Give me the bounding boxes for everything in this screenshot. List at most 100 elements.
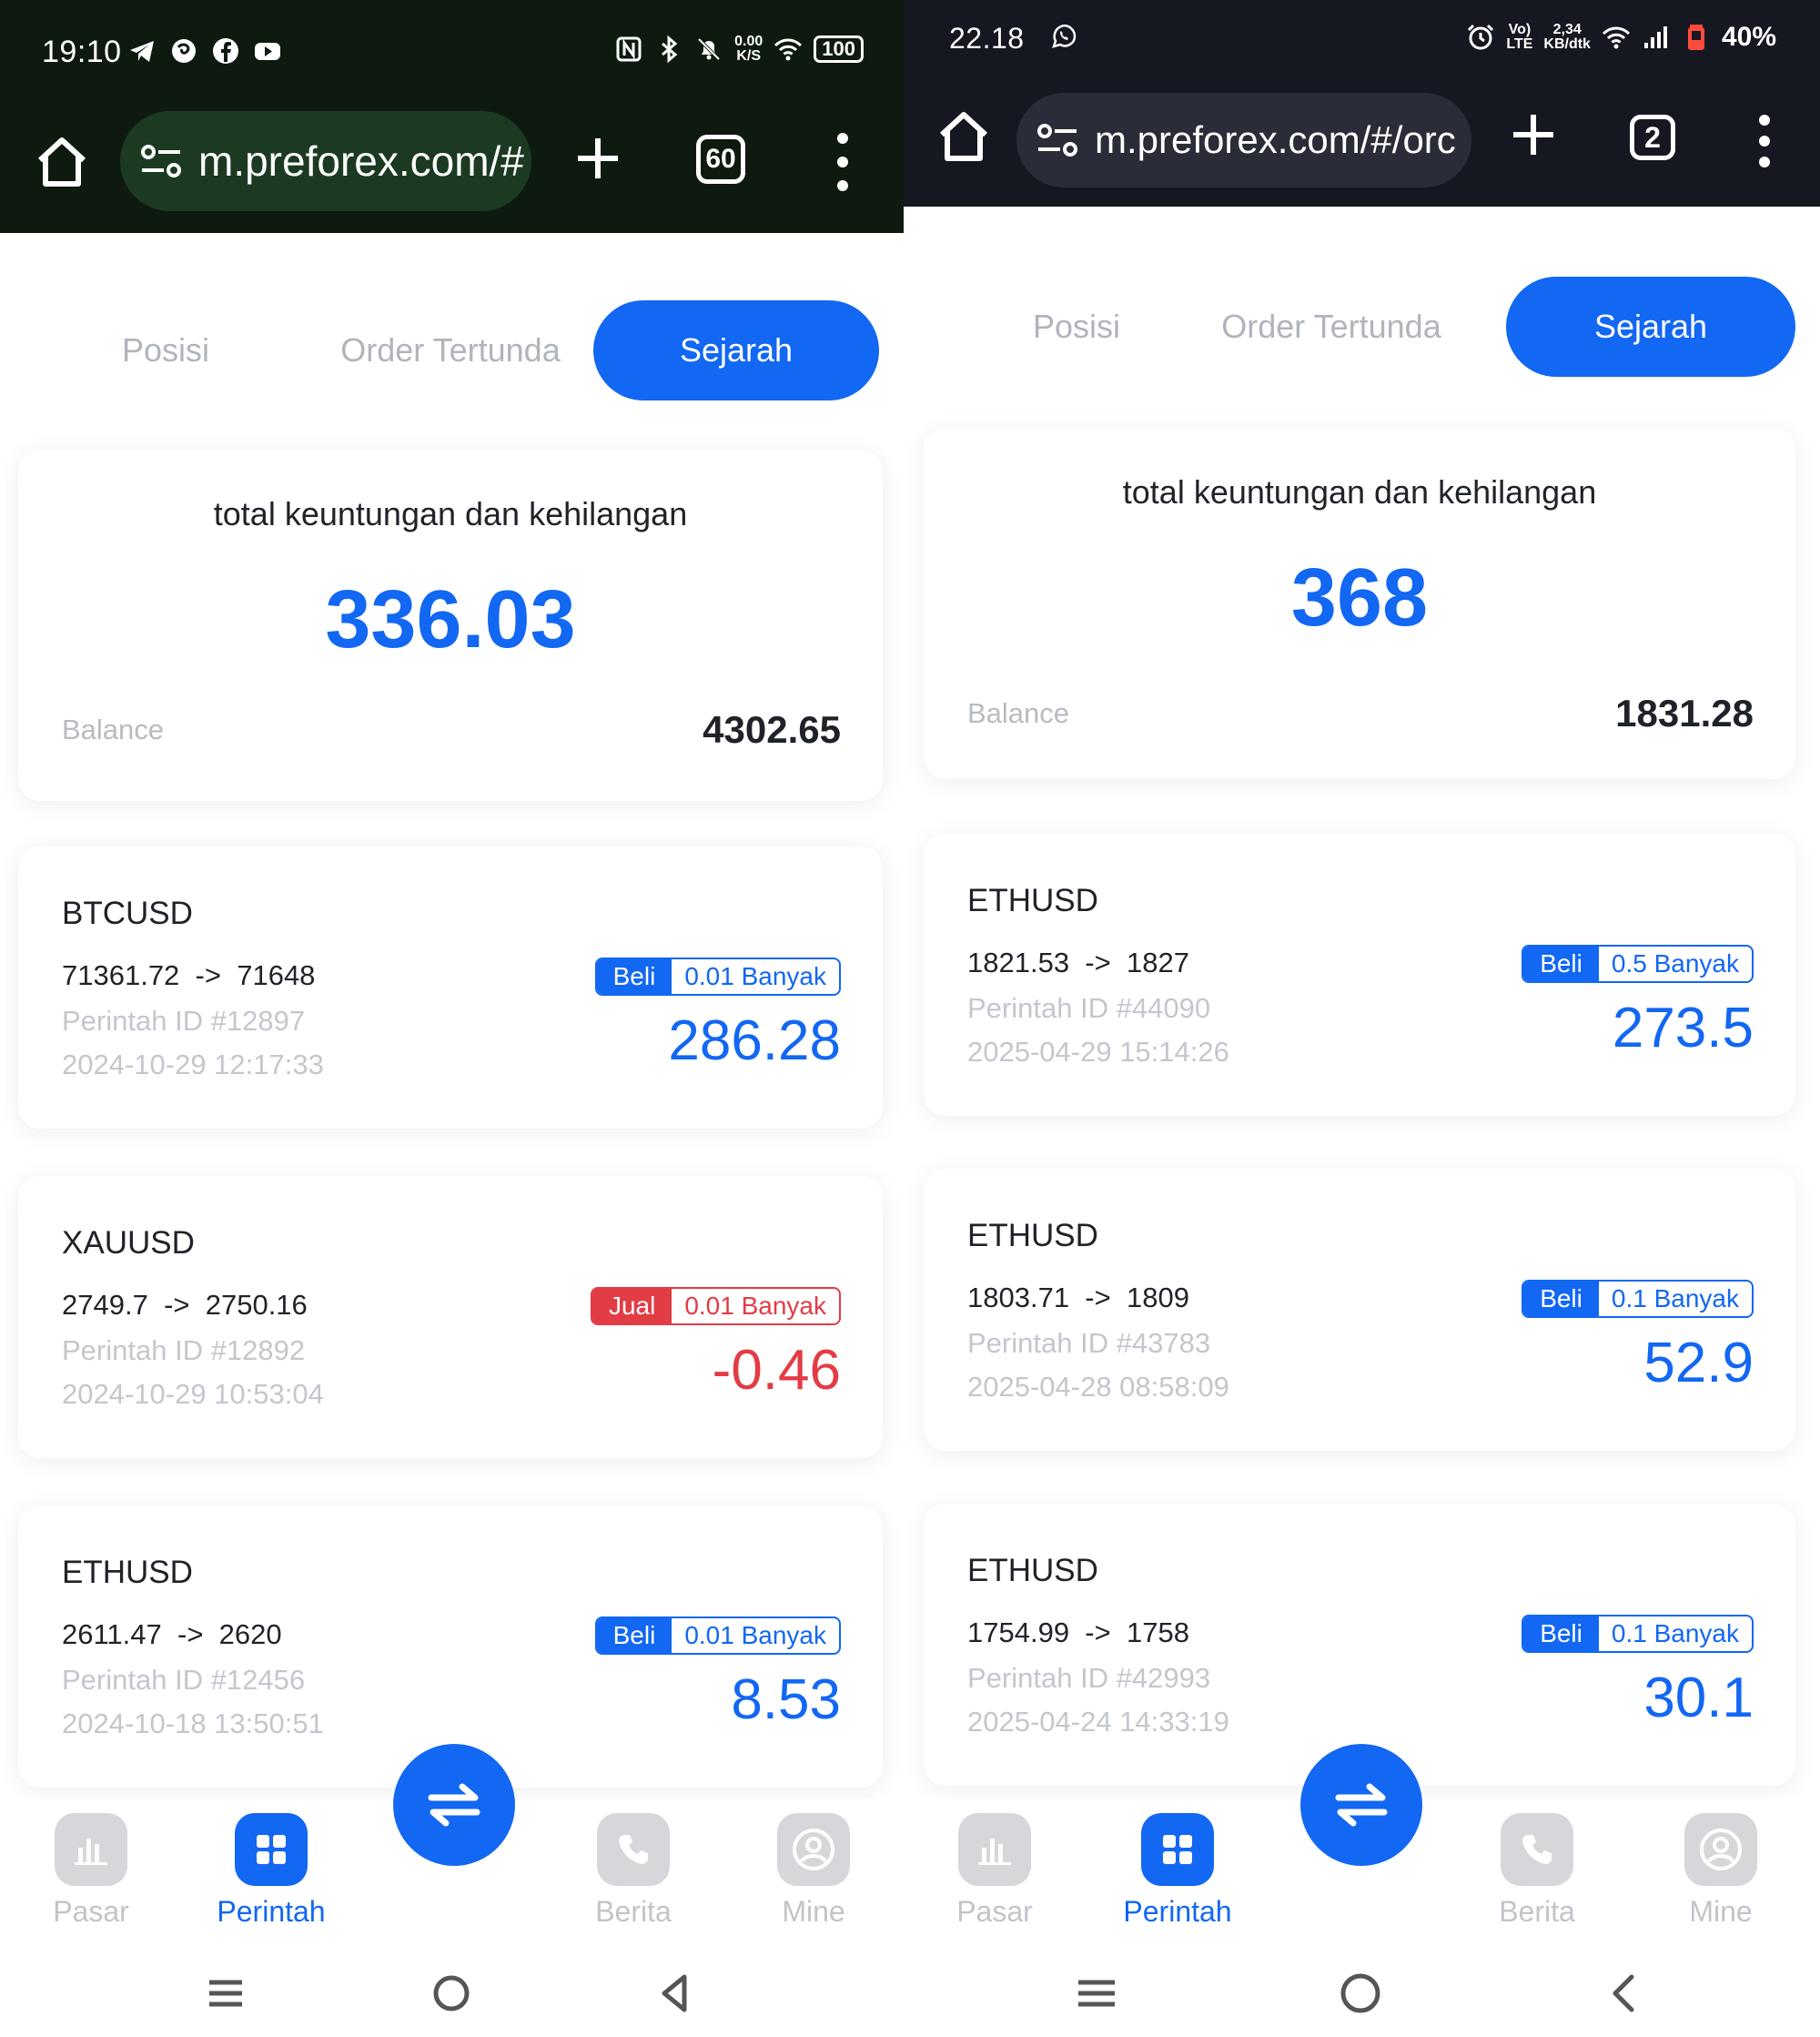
order-card[interactable]: BTCUSD 71361.72 -> 71648 Perintah ID #12… bbox=[18, 846, 883, 1129]
order-symbol: BTCUSD bbox=[62, 896, 193, 931]
order-symbol: ETHUSD bbox=[62, 1555, 193, 1590]
battery-indicator: 100 bbox=[814, 35, 864, 63]
nav-berita[interactable]: Berita bbox=[570, 1813, 697, 1929]
system-navigation bbox=[0, 1948, 904, 2037]
order-price-range: 2611.47 -> 2620 bbox=[62, 1618, 282, 1650]
left-phone-screen: 19:10 0.00 K/S 100 m.preforex.com/# 60 P… bbox=[0, 0, 904, 2037]
order-id: Perintah ID #44090 bbox=[967, 992, 1211, 1024]
balance-label: Balance bbox=[967, 697, 1070, 729]
order-side-badge: Beli 0.1 Banyak bbox=[1522, 1280, 1754, 1318]
pnl-summary-card: total keuntungan dan kehilangan 336.03 B… bbox=[18, 450, 883, 801]
lte-indicator: Vo) LTE bbox=[1506, 22, 1533, 52]
alarm-icon bbox=[1466, 23, 1495, 52]
nav-perintah[interactable]: Perintah bbox=[1114, 1813, 1241, 1929]
more-menu-icon[interactable] bbox=[828, 133, 857, 191]
home-circle-icon[interactable] bbox=[424, 1966, 479, 2021]
recents-icon[interactable] bbox=[198, 1966, 253, 2021]
nav-perintah[interactable]: Perintah bbox=[207, 1813, 335, 1929]
order-time: 2024-10-29 10:53:04 bbox=[62, 1378, 324, 1410]
summary-title: total keuntungan dan kehilangan bbox=[213, 495, 688, 532]
swap-arrows-icon bbox=[428, 1783, 480, 1827]
balance-value: 1831.28 bbox=[1615, 692, 1754, 735]
new-tab-plus-icon[interactable] bbox=[1504, 106, 1562, 164]
order-card[interactable]: XAUUSD 2749.7 -> 2750.16 Perintah ID #12… bbox=[18, 1176, 883, 1458]
status-bar: 19:10 0.00 K/S 100 bbox=[0, 0, 904, 104]
facebook-icon bbox=[211, 36, 240, 66]
site-settings-icon[interactable] bbox=[140, 142, 182, 180]
order-profit: -0.46 bbox=[712, 1339, 841, 1402]
tab-order-tertunda[interactable]: Order Tertunda bbox=[1213, 277, 1450, 377]
bar-chart-icon bbox=[55, 1813, 127, 1886]
wifi-icon bbox=[1602, 23, 1631, 52]
home-icon[interactable] bbox=[935, 107, 993, 166]
recents-icon[interactable] bbox=[1069, 1966, 1124, 2021]
order-price-range: 1803.71 -> 1809 bbox=[967, 1282, 1189, 1313]
swap-fab-button[interactable] bbox=[393, 1744, 515, 1866]
order-id: Perintah ID #12892 bbox=[62, 1334, 306, 1366]
phone-icon bbox=[1501, 1813, 1573, 1886]
browser-chrome: 22.18 Vo) LTE 2,34 KB/dtk 40% m.preforex.c… bbox=[904, 0, 1820, 207]
nav-mine[interactable]: Mine bbox=[750, 1813, 877, 1929]
order-side-badge: Beli 0.1 Banyak bbox=[1522, 1615, 1754, 1653]
order-id: Perintah ID #12897 bbox=[62, 1005, 306, 1037]
bar-chart-icon bbox=[958, 1813, 1031, 1886]
order-price-range: 71361.72 -> 71648 bbox=[62, 959, 316, 991]
tab-posisi[interactable]: Posisi bbox=[66, 300, 266, 400]
order-price-range: 1821.53 -> 1827 bbox=[967, 947, 1189, 978]
order-profit: 8.53 bbox=[731, 1668, 841, 1731]
tab-switcher-button[interactable]: 2 bbox=[1630, 115, 1675, 160]
order-profit: 286.28 bbox=[668, 1009, 841, 1072]
telegram-icon bbox=[127, 36, 157, 66]
order-side-badge: Jual 0.01 Banyak bbox=[590, 1287, 841, 1325]
order-time: 2025-04-29 15:14:26 bbox=[967, 1036, 1229, 1068]
balance-label: Balance bbox=[62, 714, 165, 745]
new-tab-plus-icon[interactable] bbox=[569, 129, 627, 187]
battery-percent: 40% bbox=[1721, 22, 1776, 52]
site-settings-icon[interactable] bbox=[1036, 121, 1078, 159]
more-menu-icon[interactable] bbox=[1750, 115, 1779, 167]
battery-icon bbox=[1682, 23, 1711, 52]
url-text: m.preforex.com/# bbox=[198, 137, 524, 185]
grid-icon bbox=[1141, 1813, 1214, 1886]
order-card[interactable]: ETHUSD 1803.71 -> 1809 Perintah ID #4378… bbox=[924, 1169, 1795, 1451]
tab-sejarah[interactable]: Sejarah bbox=[1506, 277, 1795, 377]
order-id: Perintah ID #12456 bbox=[62, 1664, 306, 1696]
total-pnl-value: 336.03 bbox=[325, 574, 576, 665]
bluetooth-icon bbox=[654, 35, 683, 64]
order-profit: 273.5 bbox=[1612, 997, 1754, 1059]
nav-pasar[interactable]: Pasar bbox=[931, 1813, 1058, 1929]
network-speed: 0.00 K/S bbox=[734, 34, 763, 64]
address-bar[interactable]: m.preforex.com/# bbox=[120, 111, 531, 211]
order-time: 2024-10-18 13:50:51 bbox=[62, 1708, 324, 1739]
order-symbol: ETHUSD bbox=[967, 1218, 1098, 1253]
mute-bell-icon bbox=[694, 35, 723, 64]
tab-switcher-button[interactable]: 60 bbox=[696, 135, 745, 184]
tab-posisi[interactable]: Posisi bbox=[995, 277, 1158, 377]
nav-mine[interactable]: Mine bbox=[1657, 1813, 1785, 1929]
total-pnl-value: 368 bbox=[1290, 552, 1429, 644]
home-circle-icon[interactable] bbox=[1333, 1966, 1388, 2021]
signal-icon bbox=[1642, 23, 1671, 52]
address-bar[interactable]: m.preforex.com/#/orc bbox=[1016, 93, 1471, 187]
right-phone-screen: 22.18 Vo) LTE 2,34 KB/dtk 40% m.preforex.c… bbox=[904, 0, 1820, 2037]
order-side-badge: Beli 0.5 Banyak bbox=[1522, 945, 1754, 983]
nav-berita[interactable]: Berita bbox=[1473, 1813, 1601, 1929]
tab-sejarah[interactable]: Sejarah bbox=[593, 300, 879, 400]
order-card[interactable]: ETHUSD 1821.53 -> 1827 Perintah ID #4409… bbox=[924, 834, 1795, 1116]
swap-fab-button[interactable] bbox=[1300, 1744, 1422, 1866]
pnl-summary-card: total keuntungan dan kehilangan 368 Bala… bbox=[924, 428, 1795, 779]
order-time: 2025-04-28 08:58:09 bbox=[967, 1371, 1229, 1403]
back-icon[interactable] bbox=[1597, 1966, 1652, 2021]
order-time: 2025-04-24 14:33:19 bbox=[967, 1706, 1229, 1738]
order-symbol: XAUUSD bbox=[62, 1225, 195, 1261]
back-icon[interactable] bbox=[648, 1966, 703, 2021]
order-time: 2024-10-29 12:17:33 bbox=[62, 1049, 324, 1080]
order-tabs: Posisi Order Tertunda Sejarah bbox=[904, 277, 1820, 377]
tab-order-tertunda[interactable]: Order Tertunda bbox=[328, 300, 573, 400]
nav-pasar[interactable]: Pasar bbox=[27, 1813, 155, 1929]
whatsapp-icon bbox=[1049, 22, 1078, 51]
order-profit: 30.1 bbox=[1643, 1667, 1754, 1729]
wifi-icon bbox=[774, 35, 803, 64]
nfc-icon bbox=[614, 35, 643, 64]
home-icon[interactable] bbox=[33, 133, 91, 191]
